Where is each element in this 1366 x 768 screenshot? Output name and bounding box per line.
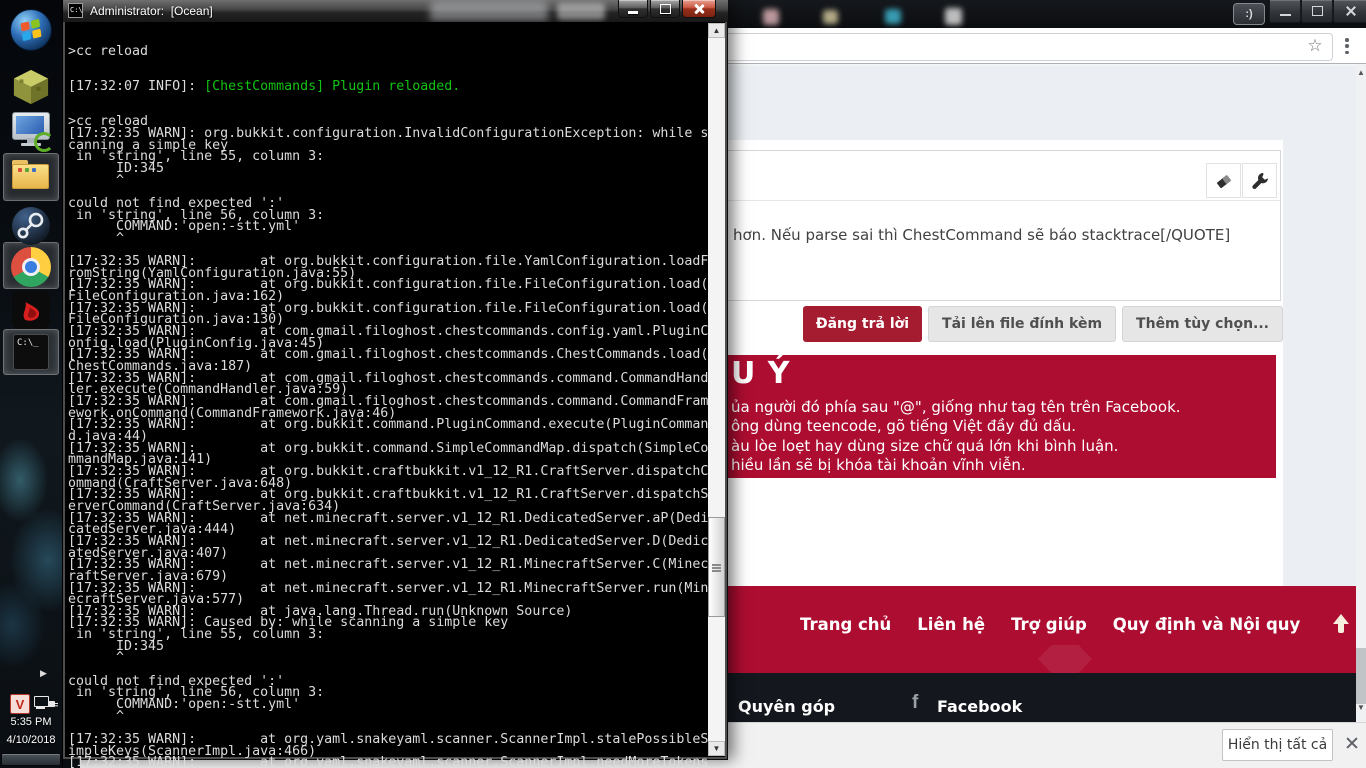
screen-icon	[16, 116, 44, 134]
console-close-button[interactable]	[682, 0, 716, 18]
minecraft-block-icon	[13, 69, 49, 105]
console-scroll-up-icon[interactable]: ▲	[708, 23, 725, 38]
network-screen	[34, 696, 49, 707]
network-prong	[55, 702, 58, 704]
console-maximize-button[interactable]	[650, 0, 680, 18]
desktop: :) ☆ hơn. Nếu parse sai thì ChestCommand…	[0, 0, 1366, 768]
network-plug	[48, 701, 55, 707]
glass-reflection	[430, 2, 548, 21]
console-scrollbar[interactable]	[708, 23, 725, 756]
taskbar-item-explorer[interactable]	[12, 160, 50, 192]
network-tray-icon[interactable]	[34, 696, 58, 712]
unikey-tray-icon[interactable]: V	[10, 694, 30, 714]
console-minimize-button[interactable]	[618, 0, 648, 18]
taskbar-item-garena[interactable]	[12, 291, 50, 329]
glass-reflection	[557, 3, 605, 20]
taskbar-item-minecraft[interactable]	[12, 68, 50, 111]
start-button[interactable]	[9, 8, 53, 57]
garena-flame-icon	[23, 302, 40, 321]
tray-expand-icon[interactable]: ▶	[40, 668, 47, 679]
console-scroll-down-icon[interactable]: ▼	[708, 741, 725, 756]
cmd-window-icon: C:\	[68, 3, 83, 18]
clock-date[interactable]: 4/10/2018	[0, 734, 62, 746]
refresh-arrows-icon	[34, 132, 54, 152]
console-window: C:\ Administrator: [Ocean] >cc reload [1…	[0, 0, 1366, 768]
console-title: Administrator: [Ocean]	[90, 4, 213, 18]
taskbar-item-remote-desktop[interactable]	[10, 110, 54, 152]
folder-item-dot	[18, 168, 22, 172]
taskbar-item-cmd[interactable]: C:\_	[13, 334, 49, 370]
folder-item-dot	[25, 168, 29, 172]
scrollbar-grip	[712, 564, 721, 566]
minimize-icon	[628, 10, 638, 14]
info-highlight: [ChestCommands] Plugin reloaded.	[204, 79, 461, 95]
taskbar-item-chrome[interactable]	[11, 247, 51, 287]
console-output: >cc reload [17:32:07 INFO]: [ChestComman…	[68, 44, 709, 768]
show-desktop-button[interactable]	[1, 753, 61, 766]
clock-time[interactable]: 5:35 PM	[0, 716, 62, 728]
close-icon	[693, 3, 705, 15]
windows-orb-icon	[10, 9, 52, 51]
network-base	[36, 707, 45, 709]
maximize-icon	[659, 3, 671, 14]
folder-item-dot	[32, 168, 36, 172]
taskbar: C:\_ ▶ V 5:35 PM 4/10/2018	[0, 0, 63, 768]
steam-icon	[12, 207, 50, 245]
console-scrollbar-thumb[interactable]	[708, 517, 725, 617]
taskbar-item-steam[interactable]	[11, 206, 51, 251]
